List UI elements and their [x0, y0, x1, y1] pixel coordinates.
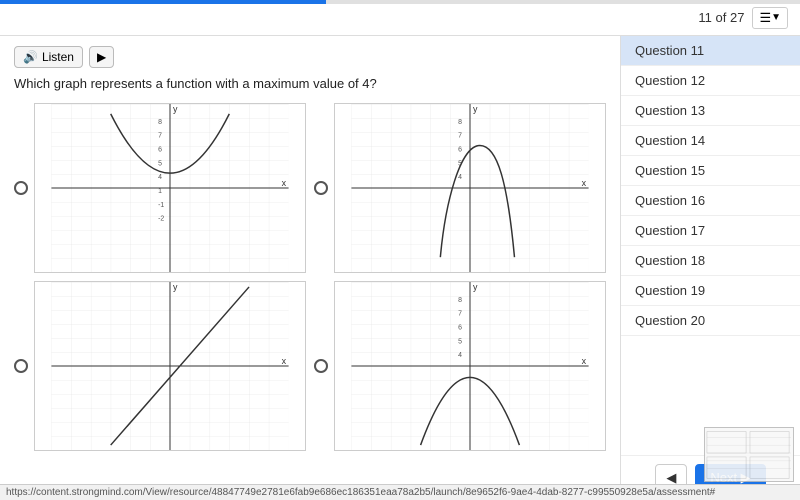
- speaker-icon: 🔊: [23, 50, 38, 64]
- svg-text:7: 7: [158, 133, 162, 140]
- question-text: Which graph represents a function with a…: [14, 76, 606, 91]
- sidebar-item-question-14[interactable]: Question 14: [621, 126, 800, 156]
- list-icon-button[interactable]: ☰ ▼: [752, 7, 788, 29]
- play-icon: ▶: [97, 50, 106, 64]
- svg-text:-1: -1: [158, 202, 164, 209]
- svg-text:6: 6: [158, 146, 162, 153]
- svg-text:5: 5: [158, 160, 162, 167]
- graph-box-d: y x 8 7 6 5 4: [334, 281, 606, 451]
- sidebar-item-question-12[interactable]: Question 12: [621, 66, 800, 96]
- radio-b[interactable]: [314, 181, 328, 195]
- graph-box-b: y x 8 7 6 5 4: [334, 103, 606, 273]
- status-bar: https://content.strongmind.com/View/reso…: [0, 484, 800, 500]
- svg-text:x: x: [582, 178, 587, 188]
- sidebar-list: Question 11Question 12Question 13Questio…: [621, 36, 800, 455]
- play-button[interactable]: ▶: [89, 46, 114, 68]
- svg-text:8: 8: [458, 119, 462, 126]
- svg-text:4: 4: [458, 174, 462, 181]
- sidebar-item-question-13[interactable]: Question 13: [621, 96, 800, 126]
- graph-option-a: y x 8 7 6 5 4 1 -1 -2: [14, 103, 306, 273]
- listen-bar: 🔊 Listen ▶: [14, 46, 606, 68]
- svg-text:5: 5: [458, 338, 462, 345]
- page-info: 11 of 27: [698, 10, 744, 25]
- graph-option-d: y x 8 7 6 5 4: [314, 281, 606, 451]
- radio-c[interactable]: [14, 359, 28, 373]
- svg-text:y: y: [173, 282, 178, 292]
- content-area: 🔊 Listen ▶ Which graph represents a func…: [0, 36, 620, 500]
- list-icon-chevron: ▼: [771, 12, 781, 23]
- sidebar-item-question-16[interactable]: Question 16: [621, 186, 800, 216]
- graph-box-c: y x: [34, 281, 306, 451]
- mini-preview: [704, 427, 794, 482]
- svg-text:4: 4: [158, 174, 162, 181]
- list-icon: ☰: [759, 10, 771, 26]
- svg-text:y: y: [173, 104, 178, 114]
- svg-text:7: 7: [458, 311, 462, 318]
- sidebar-item-question-20[interactable]: Question 20: [621, 306, 800, 336]
- svg-text:-2: -2: [158, 216, 164, 223]
- graph-box-a: y x 8 7 6 5 4 1 -1 -2: [34, 103, 306, 273]
- mini-preview-svg: [705, 427, 793, 482]
- svg-text:8: 8: [158, 119, 162, 126]
- sidebar-item-question-19[interactable]: Question 19: [621, 276, 800, 306]
- svg-text:y: y: [473, 104, 478, 114]
- main-layout: 🔊 Listen ▶ Which graph represents a func…: [0, 36, 800, 500]
- progress-bar-container: [0, 0, 800, 4]
- svg-text:6: 6: [458, 146, 462, 153]
- radio-a[interactable]: [14, 181, 28, 195]
- graph-svg-d: y x 8 7 6 5 4: [335, 282, 605, 450]
- graph-svg-a: y x 8 7 6 5 4 1 -1 -2: [35, 104, 305, 272]
- sidebar-item-question-15[interactable]: Question 15: [621, 156, 800, 186]
- svg-text:y: y: [473, 282, 478, 292]
- sidebar-item-question-17[interactable]: Question 17: [621, 216, 800, 246]
- svg-text:4: 4: [458, 352, 462, 359]
- sidebar-item-question-11[interactable]: Question 11: [621, 36, 800, 66]
- top-bar: 11 of 27 ☰ ▼: [0, 0, 800, 36]
- status-url: https://content.strongmind.com/View/reso…: [6, 487, 715, 498]
- svg-text:8: 8: [458, 297, 462, 304]
- radio-d[interactable]: [314, 359, 328, 373]
- progress-bar-fill: [0, 0, 326, 4]
- graphs-grid: y x 8 7 6 5 4 1 -1 -2: [14, 103, 606, 451]
- svg-text:x: x: [582, 356, 587, 366]
- svg-text:7: 7: [458, 133, 462, 140]
- svg-text:x: x: [282, 178, 287, 188]
- graph-svg-c: y x: [35, 282, 305, 450]
- sidebar-item-question-18[interactable]: Question 18: [621, 246, 800, 276]
- svg-text:1: 1: [158, 188, 162, 195]
- graph-svg-b: y x 8 7 6 5 4: [335, 104, 605, 272]
- listen-button[interactable]: 🔊 Listen: [14, 46, 83, 68]
- graph-option-c: y x: [14, 281, 306, 451]
- listen-label: Listen: [42, 50, 74, 64]
- graph-option-b: y x 8 7 6 5 4: [314, 103, 606, 273]
- svg-text:x: x: [282, 356, 287, 366]
- svg-text:6: 6: [458, 324, 462, 331]
